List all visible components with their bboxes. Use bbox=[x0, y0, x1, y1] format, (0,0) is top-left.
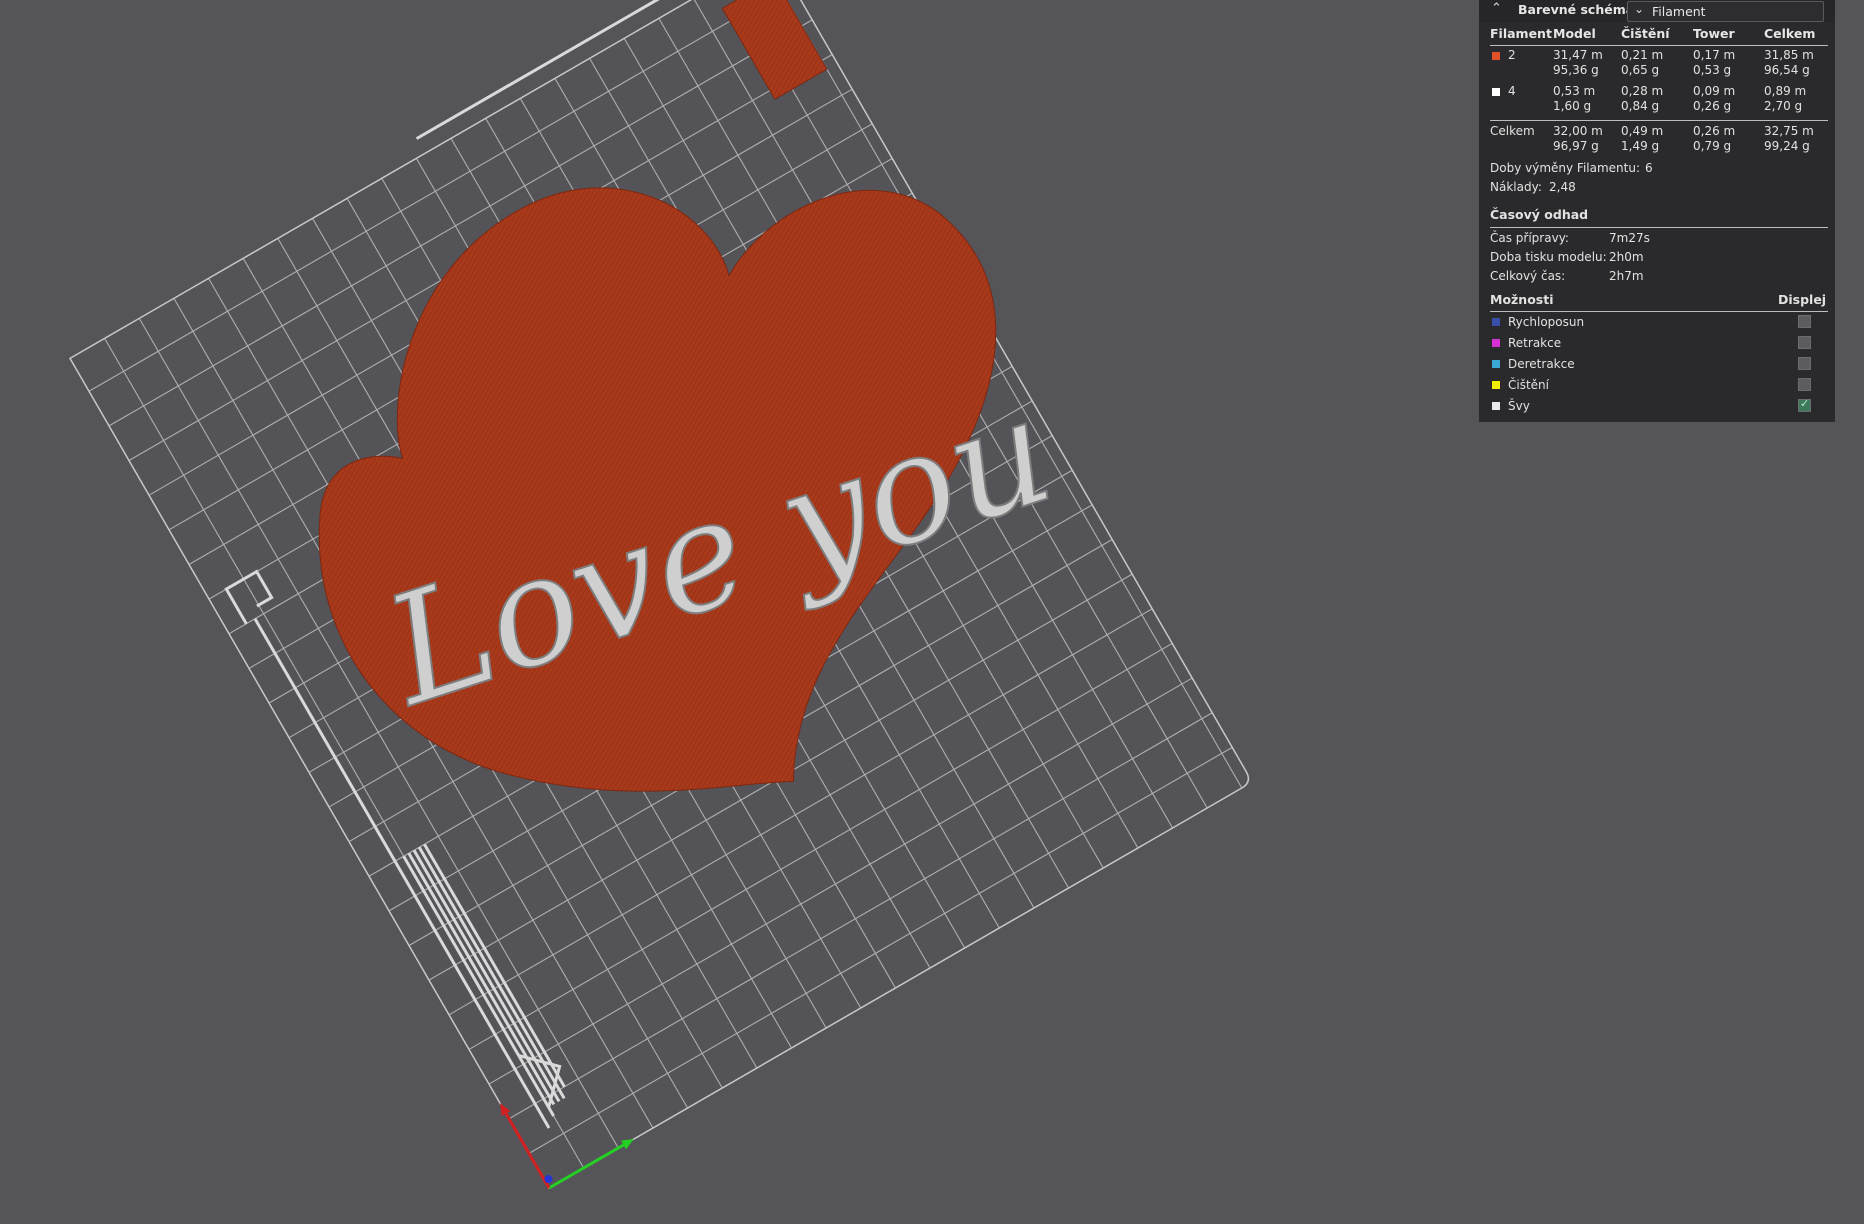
divider bbox=[1490, 45, 1828, 46]
model-weight: 95,36 g bbox=[1553, 63, 1599, 77]
model-length: 31,47 m bbox=[1553, 48, 1603, 62]
filament-id: 2 bbox=[1508, 48, 1516, 62]
tower-weight: 0,53 g bbox=[1693, 63, 1732, 77]
filament-changes-value: 6 bbox=[1645, 161, 1653, 175]
filament-changes-label: Doby výměny Filamentu: bbox=[1490, 161, 1640, 175]
option-seams-label: Švy bbox=[1508, 399, 1530, 413]
divider bbox=[1490, 227, 1828, 228]
sum-model-weight: 96,97 g bbox=[1553, 139, 1599, 153]
prep-time-value: 7m27s bbox=[1609, 231, 1650, 245]
sum-model-length: 32,00 m bbox=[1553, 124, 1603, 138]
legend-header: ⌃ Barevné schéma ⌄ Filament bbox=[1479, 0, 1835, 22]
sum-purge-length: 0,49 m bbox=[1621, 124, 1664, 138]
option-wipe-checkbox[interactable] bbox=[1798, 378, 1811, 391]
purge-length: 0,21 m bbox=[1621, 48, 1664, 62]
total-time-value: 2h7m bbox=[1609, 269, 1644, 283]
purge-weight: 0,84 g bbox=[1621, 99, 1660, 113]
prep-time-label: Čas přípravy: bbox=[1490, 231, 1569, 245]
divider bbox=[1490, 311, 1828, 312]
tower-weight: 0,26 g bbox=[1693, 99, 1732, 113]
option-deretraction-label: Deretrakce bbox=[1508, 357, 1575, 371]
col-purge: Čištění bbox=[1621, 26, 1670, 41]
purge-weight: 0,65 g bbox=[1621, 63, 1660, 77]
sum-tower-length: 0,26 m bbox=[1693, 124, 1736, 138]
sum-total-weight: 99,24 g bbox=[1764, 139, 1810, 153]
collapse-icon[interactable]: ⌃ bbox=[1491, 1, 1502, 16]
color-scheme-dropdown[interactable]: ⌄ Filament bbox=[1627, 1, 1824, 22]
option-seams-checkbox[interactable]: ✓ bbox=[1798, 397, 1811, 412]
retraction-color-swatch bbox=[1492, 339, 1500, 347]
seams-color-swatch bbox=[1492, 402, 1500, 410]
time-estimate-title: Časový odhad bbox=[1490, 207, 1589, 222]
tower-length: 0,09 m bbox=[1693, 84, 1736, 98]
filament-color-swatch bbox=[1492, 52, 1500, 60]
tower-length: 0,17 m bbox=[1693, 48, 1736, 62]
filament-color-swatch bbox=[1492, 88, 1500, 96]
check-icon: ✓ bbox=[1800, 397, 1810, 410]
color-scheme-title: Barevné schéma bbox=[1518, 2, 1635, 17]
col-total: Celkem bbox=[1764, 26, 1816, 41]
divider bbox=[1490, 120, 1828, 121]
sum-purge-weight: 1,49 g bbox=[1621, 139, 1660, 153]
cost-value: 2,48 bbox=[1549, 180, 1576, 194]
options-title: Možnosti bbox=[1490, 292, 1554, 307]
display-title: Displej bbox=[1778, 292, 1827, 307]
option-wipe-label: Čištění bbox=[1508, 378, 1549, 392]
color-scheme-value: Filament bbox=[1652, 4, 1706, 19]
option-deretraction-checkbox[interactable] bbox=[1798, 357, 1811, 370]
option-travel-checkbox[interactable] bbox=[1798, 315, 1811, 328]
total-weight: 96,54 g bbox=[1764, 63, 1810, 77]
purge-length: 0,28 m bbox=[1621, 84, 1664, 98]
col-model: Model bbox=[1553, 26, 1596, 41]
cost-label: Náklady: bbox=[1490, 180, 1542, 194]
filament-id: 4 bbox=[1508, 84, 1516, 98]
col-tower: Tower bbox=[1693, 26, 1735, 41]
chevron-down-icon: ⌄ bbox=[1634, 2, 1645, 16]
legend-panel: ⌃ Barevné schéma ⌄ Filament Filament Mod… bbox=[1479, 0, 1835, 422]
sum-label: Celkem bbox=[1490, 124, 1535, 138]
total-length: 31,85 m bbox=[1764, 48, 1814, 62]
total-time-label: Celkový čas: bbox=[1490, 269, 1566, 283]
sum-tower-weight: 0,79 g bbox=[1693, 139, 1732, 153]
option-travel-label: Rychloposun bbox=[1508, 315, 1585, 329]
model-time-value: 2h0m bbox=[1609, 250, 1644, 264]
deretraction-color-swatch bbox=[1492, 360, 1500, 368]
total-length: 0,89 m bbox=[1764, 84, 1807, 98]
total-weight: 2,70 g bbox=[1764, 99, 1803, 113]
travel-color-swatch bbox=[1492, 318, 1500, 326]
model-length: 0,53 m bbox=[1553, 84, 1596, 98]
model-weight: 1,60 g bbox=[1553, 99, 1592, 113]
option-retraction-label: Retrakce bbox=[1508, 336, 1562, 350]
col-filament: Filament bbox=[1490, 26, 1552, 41]
option-retraction-checkbox[interactable] bbox=[1798, 336, 1811, 349]
wipe-color-swatch bbox=[1492, 381, 1500, 389]
sum-total-length: 32,75 m bbox=[1764, 124, 1814, 138]
model-time-label: Doba tisku modelu: bbox=[1490, 250, 1607, 264]
